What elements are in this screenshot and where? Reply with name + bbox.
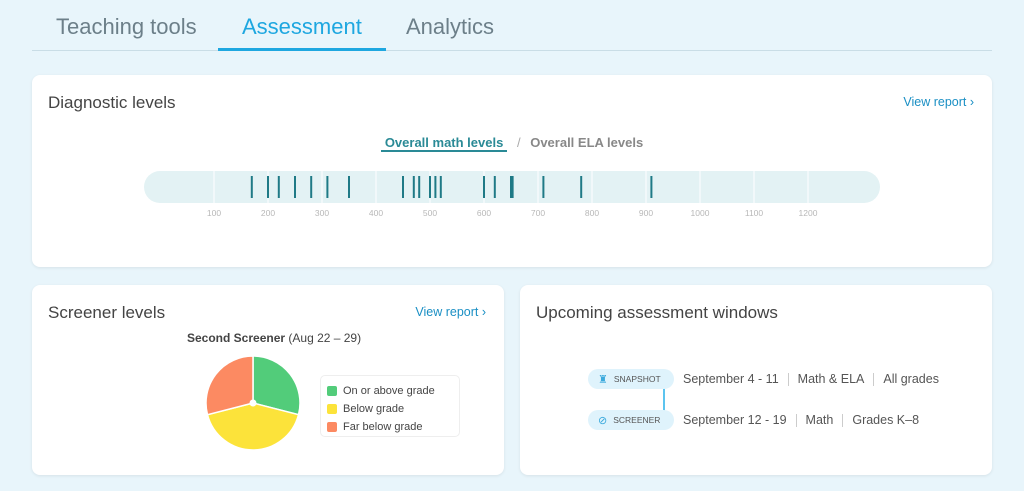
card-title: Upcoming assessment windows xyxy=(536,303,778,322)
ela-levels-toggle[interactable]: Overall ELA levels xyxy=(530,135,643,150)
legend-item: On or above grade xyxy=(327,382,453,400)
tick-label: 700 xyxy=(531,208,545,218)
pie-legend: On or above grade Below grade Far below … xyxy=(320,375,460,437)
tick-label: 500 xyxy=(423,208,437,218)
tab-analytics[interactable]: Analytics xyxy=(406,14,494,51)
tab-teaching-tools[interactable]: Teaching tools xyxy=(56,14,197,51)
upcoming-assessments-card: Upcoming assessment windows ♜ SNAPSHOT ⊘ S… xyxy=(520,285,992,475)
tick-label: 200 xyxy=(261,208,275,218)
tick-label: 1200 xyxy=(799,208,818,218)
math-levels-toggle[interactable]: Overall math levels xyxy=(380,135,508,152)
tick-label: 600 xyxy=(477,208,491,218)
tab-assessment[interactable]: Assessment xyxy=(218,14,386,51)
screener-name: Second Screener xyxy=(187,331,286,345)
view-report-link[interactable]: View report › xyxy=(903,95,974,109)
screener-dates: (Aug 22 – 29) xyxy=(288,331,362,345)
tick-label: 1100 xyxy=(745,208,764,218)
compass-icon: ⊘ xyxy=(598,414,608,427)
toggle-separator: / xyxy=(516,135,521,150)
diagnostic-levels-card: Diagnostic levels View report › Overall … xyxy=(32,75,992,267)
tick-label: 100 xyxy=(207,208,221,218)
tick-label: 300 xyxy=(315,208,329,218)
assessment-row: September 4 - 11 Math & ELA All grades xyxy=(683,372,939,386)
tick-label: 400 xyxy=(369,208,383,218)
pie-center xyxy=(249,399,257,407)
view-report-link[interactable]: View report › xyxy=(415,305,486,319)
diagnostic-levels-strip: 100 200 300 400 500 600 700 800 900 1000 1100 1200 xyxy=(144,171,880,218)
screener-levels-card: Screener levels View report › Second Scr… xyxy=(32,285,504,475)
tab-bar: Teaching tools Assessment Analytics xyxy=(32,0,992,51)
tick-label: 900 xyxy=(639,208,653,218)
card-title: Screener levels xyxy=(48,303,166,322)
snapshot-badge: ♜ SNAPSHOT xyxy=(588,369,674,389)
assessment-row: September 12 - 19 Math Grades K–8 xyxy=(683,413,920,427)
legend-item: Below grade xyxy=(327,400,453,418)
screener-badge: ⊘ SCREENER xyxy=(588,410,674,430)
screener-pie-chart xyxy=(205,355,301,451)
castle-icon: ♜ xyxy=(598,373,608,386)
card-title: Diagnostic levels xyxy=(48,93,176,112)
tick-label: 1000 xyxy=(691,208,710,218)
legend-item: Far below grade xyxy=(327,418,453,436)
tick-label: 800 xyxy=(585,208,599,218)
